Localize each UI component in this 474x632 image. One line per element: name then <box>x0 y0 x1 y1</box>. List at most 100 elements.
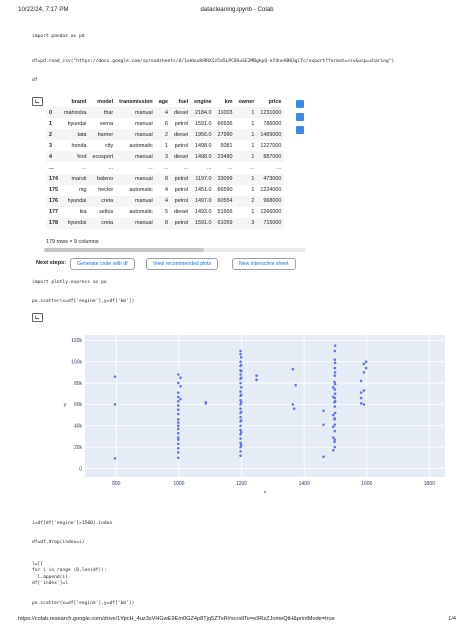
scatter-point <box>362 371 366 374</box>
scatter-point <box>362 403 366 406</box>
table-cell: 6 <box>165 120 169 127</box>
table-row: .............................. <box>46 162 284 173</box>
scatter-point <box>331 425 335 429</box>
scatter-point <box>176 456 180 460</box>
table-cell: 2 <box>155 129 172 141</box>
scatter-point <box>239 390 242 393</box>
y-tick-label: 60k <box>74 402 83 408</box>
table-cell: creta <box>89 217 117 230</box>
view-recommended-plots-button[interactable]: View recommended plots <box>146 258 219 270</box>
column-header <box>46 96 61 107</box>
scatter-point <box>239 370 243 373</box>
code-cell-scatter-2[interactable]: px.scatter(x=df['engine'],y=df['km']) <box>32 601 134 606</box>
scatter-point <box>331 436 335 439</box>
scrollbar-thumb[interactable] <box>44 248 204 252</box>
column-header: fuel <box>178 98 189 105</box>
scatter-point <box>333 423 337 426</box>
scatter-point <box>333 445 337 449</box>
scatter-point <box>362 389 366 392</box>
table-cell: 1 <box>165 142 169 149</box>
table-cell: ... <box>148 165 153 172</box>
page-number: 1/4 <box>448 616 456 622</box>
table-view-icon[interactable] <box>296 100 304 108</box>
table-cell: manual <box>116 129 156 141</box>
x-tick-label: 1000 <box>173 481 184 487</box>
table-row: 174 maruti baleno manual 8 petrol 1197.0 33099 1… <box>46 173 285 185</box>
scatter-point <box>331 449 335 452</box>
code-cell-filter-engine[interactable]: i=df[df['engine']>1500].index <box>32 521 112 526</box>
scatter-point <box>239 400 243 404</box>
table-cell: ... <box>228 165 233 172</box>
scatter-point <box>333 382 337 386</box>
table-cell: 1 <box>251 187 255 194</box>
column-header: brand <box>71 98 87 105</box>
row-index: 175 <box>49 187 58 194</box>
table-row: 176 hyundai creta manual 4 petrol 1497.0 60554 2… <box>46 195 285 207</box>
scatter-point <box>239 360 242 363</box>
scatter-point <box>239 407 242 410</box>
scatter-point <box>176 438 180 441</box>
scatter-plot[interactable]: 0 20k 40k 60k 80k 100k 120k 800 1000 1200 1400 1600… <box>55 333 451 493</box>
output-toggle-icon-2[interactable] <box>32 313 43 322</box>
row-index: 174 <box>46 173 61 185</box>
scatter-point <box>176 442 180 446</box>
table-cell: 3 <box>235 217 258 230</box>
table-cell: ... <box>183 165 189 172</box>
output-toggle-icon[interactable] <box>32 97 43 106</box>
table-cell: 1 <box>235 173 258 185</box>
code-cell-df[interactable]: df <box>32 78 38 83</box>
chart-suggest-icon[interactable] <box>296 113 304 121</box>
x-tick-label: 800 <box>112 481 121 487</box>
scatter-point <box>322 409 325 413</box>
scatter-point <box>239 410 243 414</box>
scatter-point <box>333 405 337 408</box>
row-index: 2 <box>46 129 61 141</box>
table-cell: manual <box>116 151 156 163</box>
code-cell-read-csv[interactable]: df=pd.read_csv("https://docs.google.com/… <box>32 59 394 64</box>
row-index: 1 <box>49 120 52 127</box>
scatter-point <box>359 396 363 400</box>
code-cell-scatter[interactable]: px.scatter(x=df['engine'],y=df['km']) <box>32 299 134 304</box>
table-cell: ... <box>207 165 212 172</box>
dataframe-scrollbar[interactable] <box>44 248 306 252</box>
table-row: 3 honda city automatic 1 petrol 1498.0 5081 1 122… <box>46 140 284 151</box>
table-cell: automatic <box>129 209 153 216</box>
table-row: 177 kia seltos automatic 5 diesel 1493.0 51956 1… <box>46 207 284 218</box>
table-cell: 1451.0 <box>195 187 212 194</box>
generate-code-button[interactable]: Generate code with df <box>70 258 135 270</box>
table-cell: 1 <box>251 209 255 216</box>
table-cell: 1489000 <box>257 129 285 141</box>
page-title: datacleaning.ipynb - Colab <box>200 6 274 13</box>
scatter-point <box>333 361 337 365</box>
table-cell: manual <box>116 107 156 119</box>
table-cell: 4 <box>155 195 172 207</box>
scatter-point <box>239 352 242 356</box>
table-cell: petrol <box>174 120 189 127</box>
code-cell-drop[interactable]: df=df.drop(index=i) <box>32 540 85 545</box>
new-interactive-sheet-button[interactable]: New interactive sheet <box>232 258 296 270</box>
scatter-point <box>359 391 363 394</box>
scatter-point <box>176 451 180 454</box>
table-cell: 786000 <box>263 120 282 127</box>
table-cell: thar <box>89 107 117 119</box>
row-index: 177 <box>49 209 58 216</box>
scatter-point <box>113 457 117 460</box>
code-cell-index-loop[interactable]: l=[] for i in range (0,len(df)): l.appen… <box>32 562 107 588</box>
next-steps-label: Next steps: <box>36 260 67 266</box>
scatter-point <box>176 381 180 385</box>
table-cell: hyundai <box>61 195 90 207</box>
table-cell: 66590 <box>217 187 233 194</box>
table-cell: diesel <box>174 209 189 216</box>
scatter-point <box>333 416 337 420</box>
scatter-point <box>176 404 180 407</box>
scatter-point <box>176 408 180 412</box>
table-cell: 473000 <box>257 173 285 185</box>
y-tick-label: 120k <box>71 338 82 344</box>
magic-wand-icon[interactable] <box>296 126 304 134</box>
column-header: age <box>158 98 169 105</box>
code-cell-import-pandas[interactable]: import pandas as pd <box>32 34 85 39</box>
code-cell-import-plotly[interactable]: import plotly.express as px <box>32 280 107 285</box>
scatter-point <box>359 402 363 405</box>
table-row: 178 hyundai creta manual 8 petrol 1591.0 61059 3… <box>46 217 285 230</box>
table-cell: ... <box>249 165 255 172</box>
